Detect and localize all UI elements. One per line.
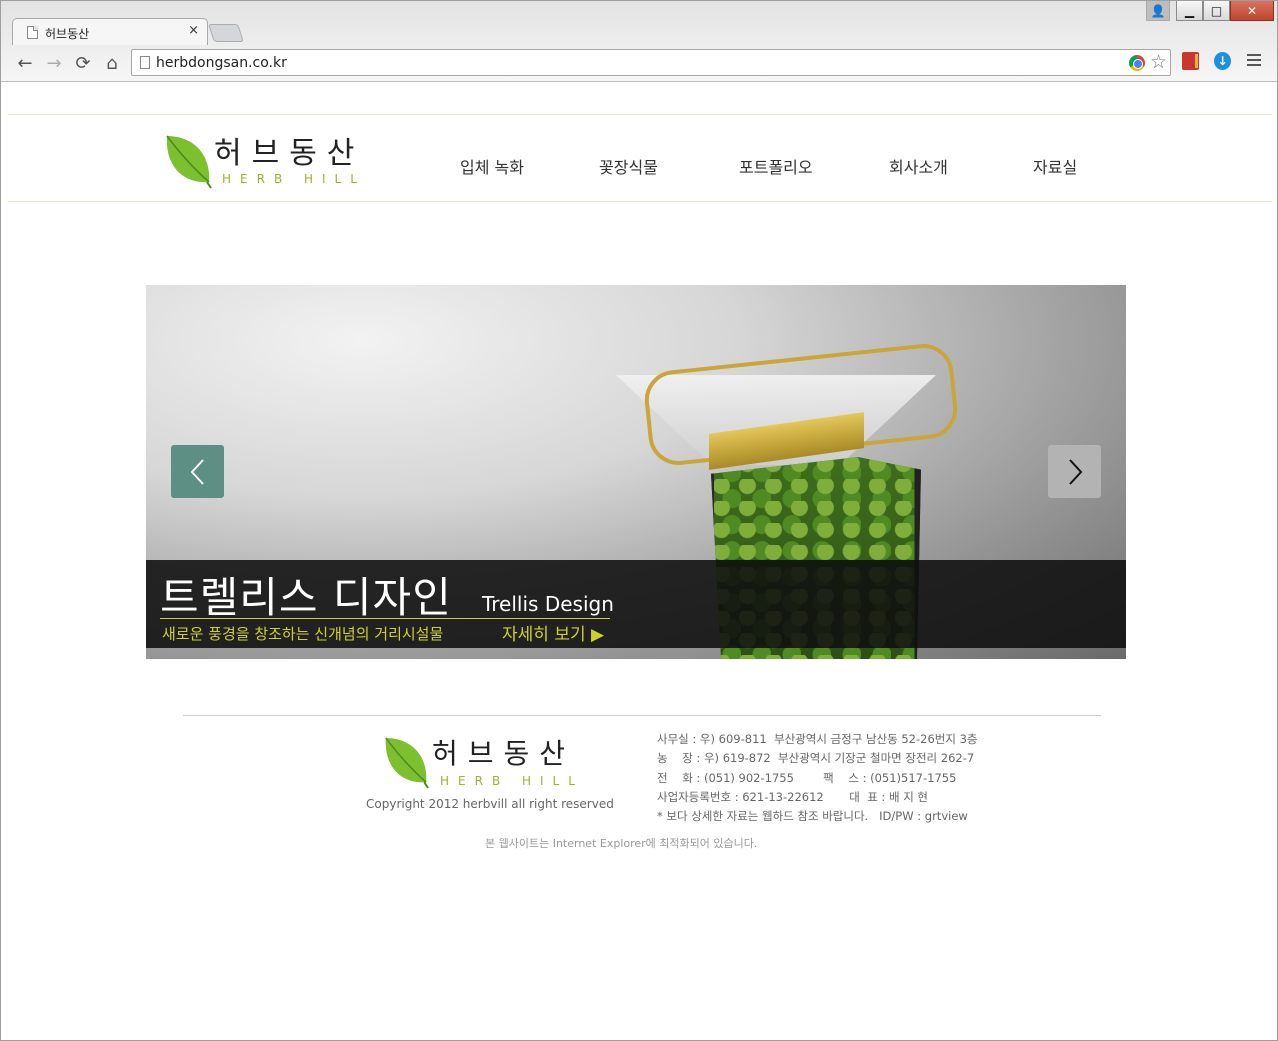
- maximize-button[interactable]: □: [1203, 0, 1230, 21]
- slide-caption: 트렐리스 디자인 Trellis Design 새로운 풍경을 창조하는 신개념…: [146, 560, 1126, 648]
- nav-item-flower-decor[interactable]: 꽃장식물: [599, 154, 658, 178]
- menu-icon[interactable]: [1247, 54, 1261, 69]
- footer-info-line: 사업자등록번호 : 621-13-22612 대 표 : 배 지 현: [657, 789, 929, 804]
- tab-title: 허브동산: [45, 27, 90, 41]
- browser-tab[interactable]: 허브동산 ×: [12, 18, 208, 45]
- slider-prev-button[interactable]: [171, 445, 224, 498]
- site-logo-name[interactable]: 허브동산: [214, 128, 364, 172]
- download-extension-icon[interactable]: ↓: [1214, 52, 1231, 70]
- address-bar[interactable]: ☆: [131, 49, 1171, 76]
- reload-icon[interactable]: ⟳: [71, 51, 95, 75]
- footer-info-line: * 보다 상세한 자료는 웹하드 참조 바랍니다. ID/PW : grtvie…: [657, 809, 968, 824]
- slide-title-ko: 트렐리스 디자인: [160, 573, 452, 622]
- chrome-icon: [1129, 55, 1145, 71]
- slide-title-en: Trellis Design: [482, 592, 614, 616]
- browser-chrome: 허브동산 × 👤 ▁ □ ✕ ← → ⟳ ⌂ ☆ ↓: [0, 0, 1278, 82]
- footer-info-line: 전 화 : (051) 902-1755 팩 스 : (051)517-1755: [657, 770, 957, 785]
- forward-icon[interactable]: →: [42, 51, 66, 75]
- slider-next-button[interactable]: [1048, 445, 1101, 498]
- nav-item-archive[interactable]: 자료실: [1033, 154, 1077, 178]
- footer-info-line: 사무실 : 우) 609-811 부산광역시 금정구 남산동 52-26번지 3…: [657, 732, 978, 746]
- home-icon[interactable]: ⌂: [100, 51, 124, 75]
- browser-toolbar: ← → ⟳ ⌂ ☆: [0, 45, 1278, 81]
- tab-close-icon[interactable]: ×: [188, 23, 199, 38]
- minimize-button[interactable]: ▁: [1176, 0, 1203, 21]
- bookmark-star-icon[interactable]: ☆: [1150, 51, 1167, 73]
- main-slider: 트렐리스 디자인 Trellis Design 새로운 풍경을 창조하는 신개념…: [146, 285, 1126, 659]
- back-icon[interactable]: ←: [13, 51, 37, 75]
- url-input[interactable]: [156, 53, 1056, 73]
- site-logo-sub: HERB HILL: [222, 172, 366, 186]
- page-viewport: 허브동산 HERB HILL 입체 녹화 꽃장식물 포트폴리오 회사소개 자료실…: [8, 82, 1272, 1034]
- leaf-logo-icon[interactable]: [163, 132, 213, 190]
- slide-subtitle: 새로운 풍경을 창조하는 신개념의 거리시설물: [162, 625, 444, 643]
- bookmark-extension-icon[interactable]: [1182, 52, 1199, 70]
- header-top-divider: [8, 114, 1272, 115]
- user-icon[interactable]: 👤: [1146, 0, 1170, 21]
- nav-item-company[interactable]: 회사소개: [889, 154, 948, 178]
- window-controls: 👤 ▁ □ ✕: [1146, 0, 1274, 22]
- caption-divider: [160, 618, 610, 619]
- footer-company-info: 사무실 : 우) 609-811 부산광역시 금정구 남산동 52-26번지 3…: [657, 730, 977, 826]
- new-tab-button[interactable]: [208, 24, 244, 42]
- footer-info-line: 농 장 : 우) 619-872 부산광역시 기장군 철마면 장전리 262-7: [657, 751, 975, 766]
- close-button[interactable]: ✕: [1230, 0, 1274, 21]
- copyright-text: Copyright 2012 herbvill all right reserv…: [366, 797, 614, 811]
- footer-divider: [183, 715, 1101, 716]
- page-icon: [140, 56, 150, 69]
- nav-item-greening[interactable]: 입체 녹화: [460, 154, 524, 178]
- footer-leaf-logo-icon: [385, 737, 429, 789]
- chevron-right-icon: [1068, 458, 1082, 485]
- nav-item-portfolio[interactable]: 포트폴리오: [739, 154, 813, 178]
- page-icon: [27, 26, 38, 39]
- chevron-left-icon: [190, 458, 204, 485]
- header-bottom-divider: [8, 201, 1272, 202]
- browser-optimized-notice: 본 웹사이트는 Internet Explorer에 최적화되어 있습니다.: [485, 837, 758, 850]
- slide-more-link[interactable]: 자세히 보기 ▶: [502, 620, 604, 645]
- footer-logo-sub: HERB HILL: [440, 774, 584, 788]
- footer-logo-name: 허브동산: [432, 737, 576, 770]
